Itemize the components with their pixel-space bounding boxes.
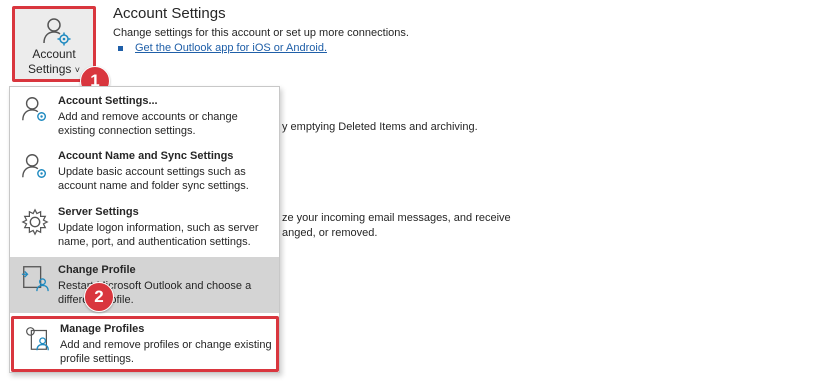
menu-item-manage-profiles[interactable]: Manage Profiles Add and remove profiles … xyxy=(11,316,279,372)
menu-item-desc: Update logon information, such as server… xyxy=(58,222,259,248)
menu-item-change-profile[interactable]: Change Profile Restart Microsoft Outlook… xyxy=(10,257,279,313)
outlook-app-link[interactable]: Get the Outlook app for iOS or Android. xyxy=(135,42,327,54)
menu-item-desc: Add and remove accounts or change existi… xyxy=(58,111,238,137)
menu-item-account-name-sync[interactable]: Account Name and Sync Settings Update ba… xyxy=(10,145,279,199)
gear-icon xyxy=(21,208,49,236)
menu-item-title: Account Name and Sync Settings xyxy=(58,150,234,162)
chevron-down-icon: ˅ xyxy=(74,65,80,75)
profile-switch-icon xyxy=(21,266,49,292)
person-gear-icon xyxy=(22,97,47,121)
menu-item-account-settings[interactable]: Account Settings... Add and remove accou… xyxy=(10,89,279,141)
page-description: Change settings for this account or set … xyxy=(113,27,409,39)
background-text: y emptying Deleted Items and archiving. xyxy=(282,121,478,133)
manage-profiles-icon xyxy=(26,327,49,351)
menu-item-server-settings[interactable]: Server Settings Update logon information… xyxy=(10,201,279,255)
menu-item-title: Account Settings... xyxy=(58,95,158,107)
menu-item-desc: Add and remove profiles or change existi… xyxy=(60,339,272,365)
bullet-icon xyxy=(118,46,123,51)
menu-item-title: Change Profile xyxy=(58,264,136,276)
background-text: anged, or removed. xyxy=(282,227,378,239)
menu-item-title: Manage Profiles xyxy=(60,323,145,335)
step-badge-2: 2 xyxy=(84,282,114,312)
person-gear-icon xyxy=(22,154,47,178)
person-gear-icon xyxy=(43,18,71,46)
page-title: Account Settings xyxy=(113,5,226,22)
account-settings-menu: Account Settings... Add and remove accou… xyxy=(9,86,280,373)
background-text: ze your incoming email messages, and rec… xyxy=(282,212,511,224)
menu-item-desc: Update basic account settings such as ac… xyxy=(58,166,249,192)
menu-item-title: Server Settings xyxy=(58,206,139,218)
